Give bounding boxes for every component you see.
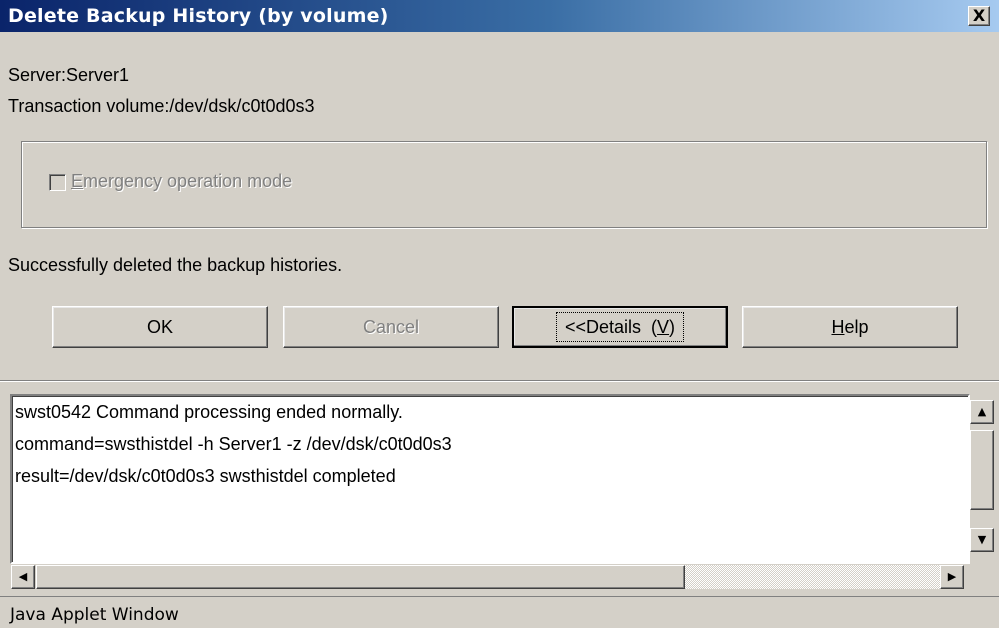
window-title: Delete Backup History (by volume) (8, 5, 389, 27)
result-message: Successfully deleted the backup historie… (8, 255, 343, 275)
horizontal-scrollbar[interactable]: ◀ ▶ (10, 564, 970, 590)
details-line: command=swsthistdel -h Server1 -z /dev/d… (15, 434, 452, 454)
help-mnemonic: H (831, 317, 845, 337)
ok-button[interactable]: OK (52, 306, 268, 348)
details-focus-ring: <<Details (V) (555, 311, 685, 342)
emergency-mode-checkbox[interactable] (49, 174, 66, 191)
details-mnemonic: V (657, 316, 670, 337)
emergency-mode-label: Emergency operation mode (71, 171, 292, 192)
vertical-scrollbar[interactable]: ▲ ▼ (970, 394, 996, 564)
scroll-left-icon: ◀ (18, 570, 28, 583)
details-button[interactable]: <<Details (V) (512, 306, 728, 348)
emergency-mode-mnemonic: E (71, 171, 84, 191)
details-line: result=/dev/dsk/c0t0d0s3 swsthistdel com… (15, 466, 396, 486)
details-label-suffix: ) (669, 316, 676, 337)
horizontal-scroll-thumb[interactable] (36, 565, 685, 589)
details-text-area[interactable]: swst0542 Command processing ended normal… (10, 394, 970, 564)
vertical-scroll-thumb[interactable] (970, 430, 994, 510)
close-button[interactable]: X (968, 6, 990, 26)
scroll-up-button[interactable]: ▲ (970, 400, 994, 424)
scroll-down-button[interactable]: ▼ (970, 528, 994, 552)
title-bar[interactable]: Delete Backup History (by volume) X (0, 0, 999, 32)
details-line: swst0542 Command processing ended normal… (15, 402, 403, 422)
help-button[interactable]: Help (742, 306, 958, 348)
scroll-down-icon: ▼ (977, 533, 987, 546)
emergency-mode-label-rest: mergency operation mode (83, 171, 293, 191)
server-label: Server:Server1 (8, 65, 130, 85)
help-label-rest: elp (844, 317, 869, 337)
scroll-right-button[interactable]: ▶ (940, 565, 964, 589)
cancel-button[interactable]: Cancel (283, 306, 499, 348)
details-separator (0, 380, 999, 382)
status-bar: Java Applet Window (0, 596, 999, 628)
transaction-volume-label: Transaction volume:/dev/dsk/c0t0d0s3 (8, 96, 315, 116)
horizontal-scroll-track[interactable] (685, 565, 940, 589)
close-icon: X (972, 6, 986, 25)
scroll-right-icon: ▶ (947, 570, 957, 583)
details-label-prefix: <<Details ( (564, 316, 658, 337)
status-text: Java Applet Window (10, 605, 179, 625)
scroll-up-icon: ▲ (977, 405, 987, 418)
scroll-left-button[interactable]: ◀ (11, 565, 35, 589)
